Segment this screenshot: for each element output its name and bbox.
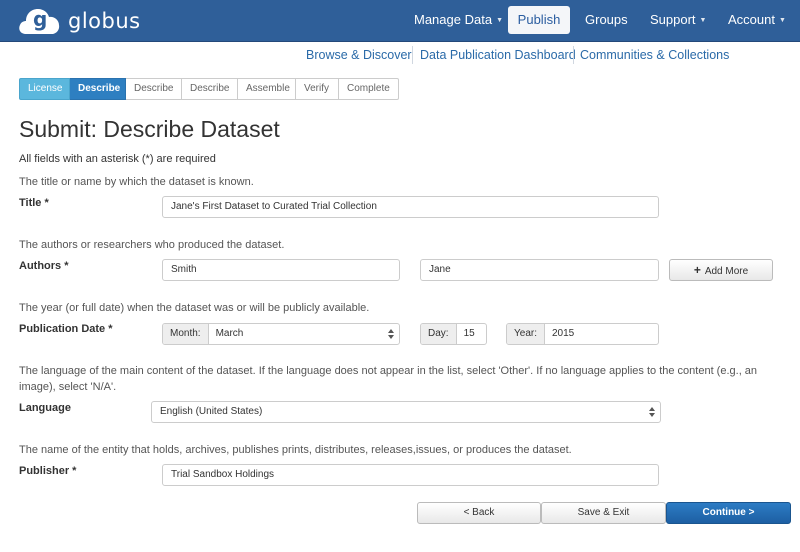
author-last-name-input[interactable]: Smith <box>162 259 400 281</box>
progress-steps: License Describe Describe Describe Assem… <box>19 78 399 100</box>
language-select[interactable]: English (United States) <box>151 401 661 423</box>
select-arrows-icon <box>649 406 655 418</box>
day-addon: Day: <box>421 324 457 344</box>
brand-name: globus <box>68 9 141 33</box>
subnav-browse-discover[interactable]: Browse & Discover <box>306 45 412 65</box>
day-value: 15 <box>463 328 475 339</box>
step-describe-current[interactable]: Describe <box>70 78 126 100</box>
publisher-help: The name of the entity that holds, archi… <box>19 444 572 456</box>
nav-support-label: Support <box>650 12 696 27</box>
back-button[interactable]: < Back <box>417 502 541 524</box>
cloud-logo-icon: g <box>18 4 62 38</box>
globus-logo[interactable]: g globus <box>18 4 141 38</box>
month-select[interactable]: Month: March <box>162 323 400 345</box>
publisher-input[interactable]: Trial Sandbox Holdings <box>162 464 659 486</box>
pubdate-label: Publication Date * <box>19 323 113 335</box>
nav-publish[interactable]: Publish <box>508 6 570 34</box>
language-value: English (United States) <box>160 406 263 417</box>
page-title: Submit: Describe Dataset <box>19 116 280 142</box>
month-value: March <box>215 328 244 339</box>
continue-button[interactable]: Continue > <box>666 502 791 524</box>
nav-publish-label: Publish <box>517 12 561 27</box>
year-addon: Year: <box>507 324 545 344</box>
add-more-label: Add More <box>704 266 749 277</box>
authors-help: The authors or researchers who produced … <box>19 239 285 251</box>
nav-account[interactable]: Account ▼ <box>728 0 786 42</box>
step-assemble[interactable]: Assemble <box>238 78 296 100</box>
author-first-name-input[interactable]: Jane <box>420 259 659 281</box>
title-label: Title * <box>19 197 49 209</box>
language-label: Language <box>19 402 71 414</box>
year-value: 2015 <box>551 328 575 339</box>
step-complete[interactable]: Complete <box>339 78 399 100</box>
nav-account-label: Account <box>728 12 775 27</box>
authors-label: Authors * <box>19 260 69 272</box>
top-navbar: g globus Manage Data ▼ Publish Groups Sup… <box>0 0 800 42</box>
language-help: The language of the main content of the … <box>19 365 758 393</box>
add-more-authors-button[interactable]: + Add More <box>669 259 773 281</box>
month-value-wrap: March <box>209 324 399 344</box>
day-input[interactable]: Day: 15 <box>420 323 487 345</box>
select-arrows-icon <box>388 328 394 340</box>
plus-icon: + <box>693 263 701 277</box>
chevron-down-icon: ▼ <box>699 16 707 24</box>
title-help: The title or name by which the dataset i… <box>19 176 254 188</box>
subnav-communities-collections[interactable]: Communities & Collections <box>580 45 729 65</box>
required-note: All fields with an asterisk (*) are requ… <box>19 153 216 165</box>
nav-manage-data[interactable]: Manage Data ▼ <box>414 0 503 42</box>
step-verify[interactable]: Verify <box>296 78 339 100</box>
chevron-down-icon: ▼ <box>778 16 786 24</box>
nav-groups-label: Groups <box>585 12 628 27</box>
step-describe-3[interactable]: Describe <box>182 78 238 100</box>
year-input[interactable]: Year: 2015 <box>506 323 659 345</box>
subnav-divider <box>573 46 574 64</box>
step-license[interactable]: License <box>19 78 70 100</box>
nav-manage-data-label: Manage Data <box>414 12 493 27</box>
save-exit-button[interactable]: Save & Exit <box>541 502 666 524</box>
publisher-label: Publisher * <box>19 465 77 477</box>
chevron-down-icon: ▼ <box>496 16 503 24</box>
month-addon: Month: <box>163 324 209 344</box>
nav-groups[interactable]: Groups <box>585 0 628 42</box>
subnav-publication-dashboard[interactable]: Data Publication Dashboard <box>420 45 576 65</box>
nav-support[interactable]: Support ▼ <box>650 0 706 42</box>
subnav-divider <box>412 46 413 64</box>
logo-letter: g <box>33 7 48 31</box>
step-describe-2[interactable]: Describe <box>126 78 182 100</box>
title-input[interactable]: Jane's First Dataset to Curated Trial Co… <box>162 196 659 218</box>
pubdate-help: The year (or full date) when the dataset… <box>19 302 370 314</box>
